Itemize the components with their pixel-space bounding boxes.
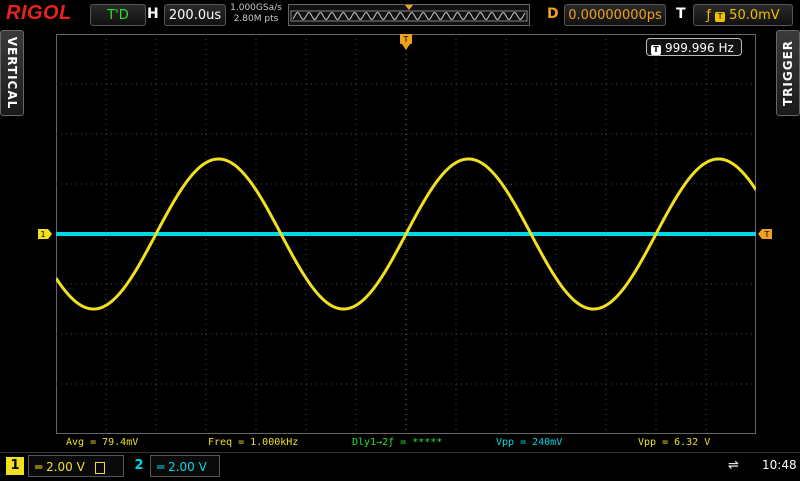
measurement-vpp-ch1: Vpp = 6.32 V (638, 437, 711, 448)
brand-logo: RIGOL (6, 2, 72, 24)
ch1-offset-marker[interactable]: 1 (38, 228, 54, 240)
usb-icon: ⇌ (728, 458, 739, 473)
svg-text:T: T (764, 230, 770, 239)
rising-edge-icon: ƒ (706, 8, 711, 23)
frequency-value: 999.996 Hz (665, 41, 734, 55)
waveform-display[interactable] (56, 34, 756, 434)
horizontal-label: H (147, 6, 159, 22)
measurement-freq: Freq = 1.000kHz (208, 437, 299, 448)
measurement-avg: Avg = 79.4mV (66, 437, 139, 448)
trigger-position-icon (405, 5, 413, 10)
dc-coupling-icon: ═ (35, 460, 43, 474)
ch1-badge[interactable]: 1 (6, 457, 24, 475)
trigger-label: T (676, 6, 686, 22)
measurement-delay: Dly1→2ƒ = ***** (352, 437, 443, 448)
memory-waveform-thumbnail (290, 5, 528, 22)
svg-text:1: 1 (40, 230, 45, 239)
trigger-level-value: 50.0mV (729, 8, 780, 23)
bandwidth-limit-icon (94, 461, 105, 474)
vertical-menu-tab[interactable]: VERTICAL (0, 30, 24, 116)
measurement-vpp-ch2: Vpp = 240mV (496, 437, 563, 448)
trigger-source-icon: T (715, 12, 726, 22)
frequency-counter: T 999.996 Hz (646, 38, 742, 56)
run-status-button[interactable]: T'D (90, 4, 146, 26)
ch2-badge[interactable]: 2 (130, 457, 148, 475)
measurement-bar: Avg = 79.4mV Freq = 1.000kHz Dly1→2ƒ = *… (56, 436, 756, 450)
sample-rate: 1.000GSa/s (230, 3, 282, 13)
memory-position-bar[interactable] (288, 4, 530, 26)
ch2-scale-button[interactable]: ═ 2.00 V (150, 455, 220, 477)
timebase-button[interactable]: 200.0us (164, 4, 226, 26)
svg-text:T: T (403, 35, 409, 44)
trigger-level-marker[interactable]: T (758, 228, 774, 240)
delay-label: D (547, 6, 559, 22)
ch1-scale-value: 2.00 V (46, 460, 85, 474)
ch2-scale-value: 2.00 V (168, 460, 207, 474)
trigger-badge-icon: T (651, 45, 661, 55)
trigger-menu-tab[interactable]: TRIGGER (776, 30, 800, 116)
acquisition-info: 1.000GSa/s 2.80M pts (230, 3, 282, 25)
memory-depth: 2.80M pts (233, 14, 279, 24)
trigger-delay-button[interactable]: 0.00000000ps (564, 4, 666, 26)
ch1-scale-button[interactable]: ═ 2.00 V (28, 455, 124, 477)
trigger-level-button[interactable]: ƒ T 50.0mV (693, 4, 793, 26)
system-clock: 10:48 (762, 458, 797, 472)
trigger-position-marker[interactable]: T (398, 34, 414, 52)
dc-coupling-icon: ═ (157, 460, 165, 474)
